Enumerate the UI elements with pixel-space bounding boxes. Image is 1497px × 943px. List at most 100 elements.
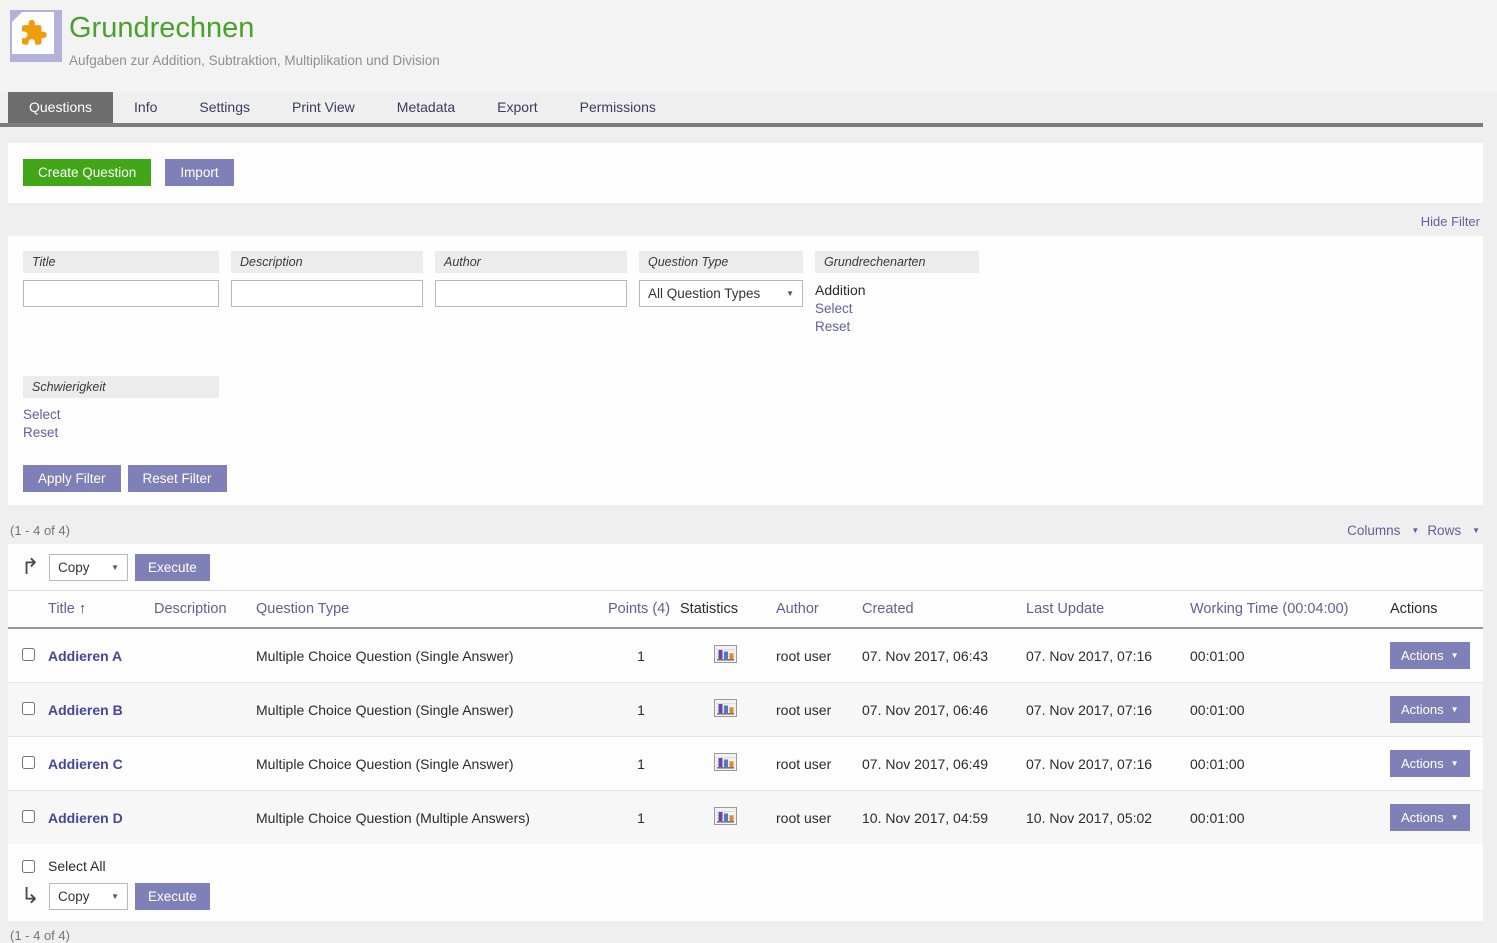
last-update-cell: 07. Nov 2017, 07:16: [1026, 683, 1190, 737]
tab-settings[interactable]: Settings: [178, 92, 271, 123]
filter-description-input[interactable]: [231, 280, 423, 307]
bulk-action-select-bottom[interactable]: Copy ▼: [49, 883, 128, 910]
author-cell: root user: [776, 628, 862, 683]
actions-button[interactable]: Actions▼: [1390, 696, 1470, 723]
import-button[interactable]: Import: [165, 159, 233, 186]
puzzle-icon: [12, 12, 54, 54]
chevron-down-icon: ▼: [1451, 759, 1459, 768]
question-type-cell: Multiple Choice Question (Single Answer): [256, 737, 608, 791]
header-author[interactable]: Author: [776, 591, 862, 629]
question-title-link[interactable]: Addieren C: [48, 756, 123, 772]
bulk-action-value-top: Copy: [58, 560, 90, 575]
table-row: Addieren D Multiple Choice Question (Mul…: [8, 791, 1483, 845]
header-working-time[interactable]: Working Time (00:04:00): [1190, 591, 1390, 629]
header-actions-label: Actions: [1390, 601, 1438, 617]
chevron-down-icon: ▼: [1451, 651, 1459, 660]
author-cell: root user: [776, 737, 862, 791]
question-title-link[interactable]: Addieren D: [48, 810, 123, 826]
tab-metadata[interactable]: Metadata: [376, 92, 476, 123]
bulk-action-select-top[interactable]: Copy ▼: [49, 554, 128, 581]
header-question-type[interactable]: Question Type: [256, 591, 608, 629]
question-type-select[interactable]: All Question Types ▼: [639, 280, 803, 307]
filter-author-input[interactable]: [435, 280, 627, 307]
points-cell: 1: [608, 628, 680, 683]
statistics-chart-icon[interactable]: [714, 807, 737, 825]
actions-button[interactable]: Actions▼: [1390, 642, 1470, 669]
filter-field-description: Description: [231, 251, 423, 334]
result-range-top: (1 - 4 of 4): [10, 523, 70, 538]
chevron-down-icon: ▼: [1451, 813, 1459, 822]
apply-filter-button[interactable]: Apply Filter: [23, 465, 121, 492]
actions-button-label: Actions: [1401, 702, 1444, 717]
row-checkbox[interactable]: [22, 648, 35, 661]
author-cell: root user: [776, 683, 862, 737]
filter-author-label: Author: [435, 251, 627, 273]
actions-button-label: Actions: [1401, 810, 1444, 825]
filter-description-label: Description: [231, 251, 423, 273]
grundrechenarten-reset-link[interactable]: Reset: [815, 319, 979, 334]
tab-print-view[interactable]: Print View: [271, 92, 376, 123]
sort-ascending-icon: ↑: [79, 601, 86, 617]
working-time-cell: 00:01:00: [1190, 737, 1390, 791]
question-table-panel: ↱ Copy ▼ Execute Title↑ Description Ques…: [8, 544, 1483, 921]
question-title-link[interactable]: Addieren B: [48, 702, 123, 718]
tab-bar: Questions Info Settings Print View Metad…: [8, 92, 1497, 123]
question-type-cell: Multiple Choice Question (Single Answer): [256, 628, 608, 683]
create-question-button[interactable]: Create Question: [23, 159, 151, 186]
columns-menu[interactable]: Columns▼: [1347, 523, 1419, 538]
execute-button-top[interactable]: Execute: [135, 554, 210, 581]
question-type-selected-value: All Question Types: [648, 286, 760, 301]
filter-grundrechenarten-label: Grundrechenarten: [815, 251, 979, 273]
header-last-update[interactable]: Last Update: [1026, 591, 1190, 629]
header-statistics: Statistics: [680, 591, 776, 629]
schwierigkeit-reset-link[interactable]: Reset: [23, 425, 219, 440]
row-checkbox[interactable]: [22, 810, 35, 823]
bulk-action-value-bottom: Copy: [58, 889, 90, 904]
tab-export[interactable]: Export: [476, 92, 558, 123]
header-title-link[interactable]: Title: [48, 601, 75, 617]
last-update-cell: 10. Nov 2017, 05:02: [1026, 791, 1190, 845]
rows-menu[interactable]: Rows▼: [1427, 523, 1480, 538]
description-cell: [154, 628, 256, 683]
description-cell: [154, 737, 256, 791]
columns-menu-label: Columns: [1347, 523, 1400, 538]
execute-button-bottom[interactable]: Execute: [135, 883, 210, 910]
header-description[interactable]: Description: [154, 591, 256, 629]
filter-title-input[interactable]: [23, 280, 219, 307]
actions-button[interactable]: Actions ▼: [1390, 804, 1470, 831]
filter-schwierigkeit-label: Schwierigkeit: [23, 376, 219, 398]
header-points[interactable]: Points (4): [608, 591, 680, 629]
question-type-cell: Multiple Choice Question (Single Answer): [256, 683, 608, 737]
tab-underline: [0, 123, 1483, 127]
filter-field-schwierigkeit: Schwierigkeit Select Reset: [23, 376, 219, 440]
grundrechenarten-select-link[interactable]: Select: [815, 301, 979, 316]
header-created[interactable]: Created: [862, 591, 1026, 629]
created-cell: 07. Nov 2017, 06:43: [862, 628, 1026, 683]
tab-info[interactable]: Info: [113, 92, 178, 123]
header-created-label: Created: [862, 601, 914, 617]
tab-permissions[interactable]: Permissions: [559, 92, 677, 123]
hide-filter-link[interactable]: Hide Filter: [1421, 214, 1480, 229]
header-question-type-label: Question Type: [256, 601, 349, 617]
page-title: Grundrechnen: [69, 12, 254, 45]
statistics-chart-icon[interactable]: [714, 699, 737, 717]
header-points-label: Points (4): [608, 601, 670, 617]
question-type-cell: Multiple Choice Question (Multiple Answe…: [256, 791, 608, 845]
row-checkbox[interactable]: [22, 756, 35, 769]
row-checkbox[interactable]: [22, 702, 35, 715]
table-row: Addieren C Multiple Choice Question (Sin…: [8, 737, 1483, 791]
reset-filter-button[interactable]: Reset Filter: [128, 465, 227, 492]
actions-button[interactable]: Actions▼: [1390, 750, 1470, 777]
apply-to-top-icon: ↱: [21, 556, 49, 578]
bulk-action-row-top: ↱ Copy ▼ Execute: [8, 551, 1483, 583]
tab-questions[interactable]: Questions: [8, 92, 113, 123]
select-all-checkbox[interactable]: [22, 860, 35, 873]
schwierigkeit-select-link[interactable]: Select: [23, 407, 219, 422]
statistics-chart-icon[interactable]: [714, 753, 737, 771]
created-cell: 07. Nov 2017, 06:46: [862, 683, 1026, 737]
question-title-link[interactable]: Addieren A: [48, 648, 122, 664]
header-title[interactable]: Title↑: [48, 591, 154, 629]
chevron-down-icon: ▼: [786, 289, 794, 298]
header-working-time-label: Working Time (00:04:00): [1190, 601, 1349, 617]
statistics-chart-icon[interactable]: [714, 645, 737, 663]
